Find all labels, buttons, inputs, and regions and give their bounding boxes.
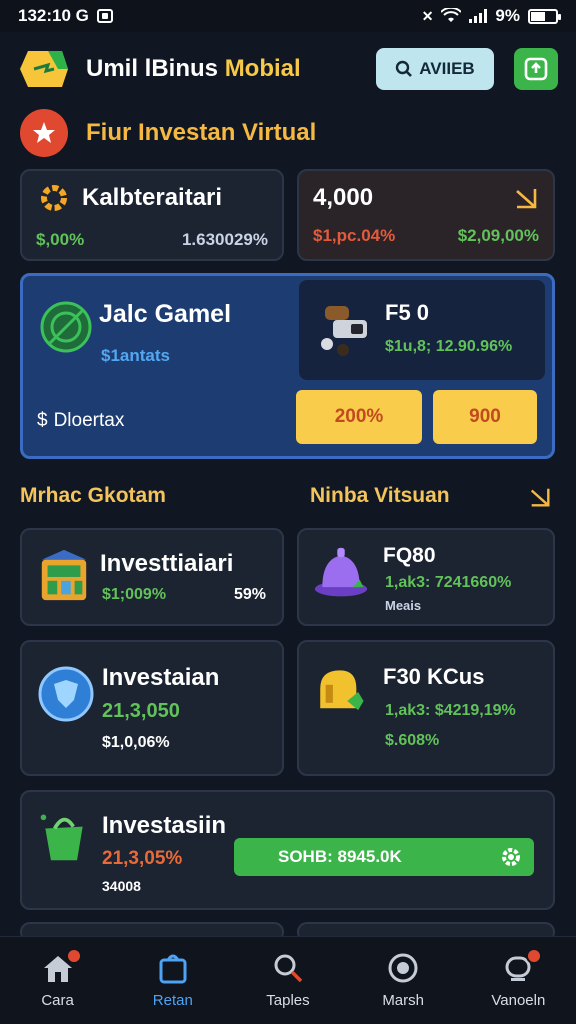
- investment-note: $1,0,06%: [102, 734, 170, 751]
- app-header: Umil lBinus Mobial AVIIEB: [0, 32, 576, 106]
- investment-title: Investaian: [102, 664, 220, 691]
- nav-label: Marsh: [382, 992, 424, 1009]
- featured-title: Jalc Gamel: [99, 300, 232, 328]
- bag-icon: [159, 954, 187, 984]
- star-badge-icon: [20, 109, 68, 157]
- cannon-icon: [321, 306, 367, 356]
- battery-percent: 9%: [495, 6, 520, 25]
- featured-subtitle: $1antats: [101, 346, 170, 365]
- nav-item-bag[interactable]: Retan: [123, 952, 223, 1009]
- search-button-label: AVIIEB: [419, 59, 475, 78]
- investment-note: 34008: [102, 878, 141, 894]
- stat-card[interactable]: Kalbteraitari $,00% 1.630029%: [20, 169, 284, 261]
- mute-icon: ✕: [421, 7, 434, 24]
- invest-action-button[interactable]: SOHB: 8945.0K: [234, 838, 534, 876]
- status-bar: 132:10 G ✕ 9%: [0, 0, 576, 32]
- item-value: $1u,8; 12.90.96%: [385, 338, 513, 355]
- row-heading-right: Ninba Vitsuan: [310, 484, 450, 507]
- app-logo-icon: [18, 47, 70, 91]
- building-icon: [41, 549, 87, 601]
- dollar-icon: $: [37, 410, 48, 431]
- bell-icon: [314, 547, 368, 597]
- featured-footer-text: Dloertax: [53, 410, 125, 431]
- nav-item-gauge[interactable]: Marsh: [353, 952, 453, 1009]
- trend-icon: [516, 189, 537, 209]
- nav-label: Cara: [41, 992, 74, 1009]
- investment-title: F30 KCus: [383, 664, 485, 689]
- radar-icon: [40, 301, 92, 353]
- investment-card[interactable]: F30 KCus 1,ak3: $4219,19% $.608%: [297, 640, 555, 776]
- notification-icon: [96, 9, 113, 23]
- section-title: Fiur Investan Virtual: [86, 119, 317, 146]
- battery-icon: [528, 8, 561, 24]
- featured-game-card[interactable]: Jalc Gamel $1antats $ Dloertax F5 0 $1u,…: [20, 273, 555, 459]
- investment-card-wide[interactable]: Investasiin 21,3,05% 34008 SOHB: 8945.0K: [20, 790, 555, 910]
- gauge-icon: [388, 953, 418, 983]
- investment-value: 1,ak3: $4219,19%: [385, 702, 516, 719]
- stat-right-value: $2,09,00%: [457, 226, 539, 245]
- investment-note: Meais: [385, 598, 422, 613]
- status-time: 132:10 G: [18, 6, 89, 25]
- stat-left-value: $1,pc.04%: [313, 226, 396, 245]
- shield-icon: [38, 666, 94, 722]
- stat-left-value: $,00%: [36, 230, 85, 249]
- notification-dot: [526, 948, 543, 964]
- investment-title: FQ80: [383, 544, 436, 567]
- nav-label: Taples: [266, 992, 310, 1009]
- nav-item-support[interactable]: Vanoeln: [468, 948, 568, 1009]
- trend-icon[interactable]: [528, 485, 552, 509]
- stat-title: Kalbteraitari: [82, 184, 223, 211]
- app-title-accent: Mobial: [224, 55, 301, 82]
- nav-item-search[interactable]: Taples: [238, 952, 338, 1009]
- stat-right-value: 1.630029%: [181, 230, 268, 249]
- share-button[interactable]: [514, 48, 558, 90]
- search-icon: [396, 60, 413, 77]
- featured-footer: $ Dloertax: [37, 410, 124, 432]
- investment-percent: 59%: [234, 586, 267, 603]
- nav-label: Vanoeln: [491, 992, 546, 1009]
- item-title: F5 0: [385, 300, 430, 325]
- stat-title: 4,000: [313, 184, 374, 211]
- row-heading-left: Mrhac Gkotam: [20, 484, 166, 507]
- bottom-navigation: Cara Retan Taples Marsh Vanoeln: [0, 936, 576, 1024]
- nav-label: Retan: [152, 992, 193, 1009]
- investment-value: 21,3,050: [102, 700, 180, 722]
- investment-note: $.608%: [385, 732, 440, 749]
- wifi-icon: [441, 8, 462, 22]
- investment-value: $1;009%: [102, 586, 167, 603]
- investment-card[interactable]: Investtiaiari $1;009% 59%: [20, 528, 284, 626]
- option-button-a[interactable]: 200%: [296, 390, 422, 444]
- featured-item-panel[interactable]: F5 0 $1u,8; 12.90.96%: [299, 280, 545, 380]
- search-button[interactable]: AVIIEB: [376, 48, 494, 90]
- gear-icon: [502, 848, 520, 866]
- nav-item-home[interactable]: Cara: [8, 948, 108, 1009]
- invest-action-label: SOHB: 8945.0K: [278, 847, 402, 866]
- app-title: Umil lBinus Mobial: [86, 55, 376, 83]
- app-title-main: Umil lBinus: [86, 55, 225, 82]
- investment-title: Investtiaiari: [100, 550, 234, 577]
- investment-card[interactable]: FQ80 1,ak3: 7241660% Meais: [297, 528, 555, 626]
- gear-icon: [41, 185, 67, 211]
- investment-title: Investasiin: [102, 812, 227, 839]
- section-header: Fiur Investan Virtual: [20, 108, 316, 158]
- investment-value: 1,ak3: 7241660%: [385, 574, 512, 591]
- stat-card[interactable]: 4,000 $1,pc.04% $2,09,00%: [297, 169, 555, 261]
- signal-icon: [469, 9, 488, 23]
- option-button-b[interactable]: 900: [433, 390, 537, 444]
- search-icon: [274, 954, 303, 983]
- bag-icon: [40, 814, 83, 861]
- upload-icon: [524, 57, 548, 81]
- notification-dot: [65, 948, 82, 964]
- helmet-icon: [320, 670, 364, 711]
- investment-card[interactable]: Investaian 21,3,050 $1,0,06%: [20, 640, 284, 776]
- investment-value: 21,3,05%: [102, 848, 183, 869]
